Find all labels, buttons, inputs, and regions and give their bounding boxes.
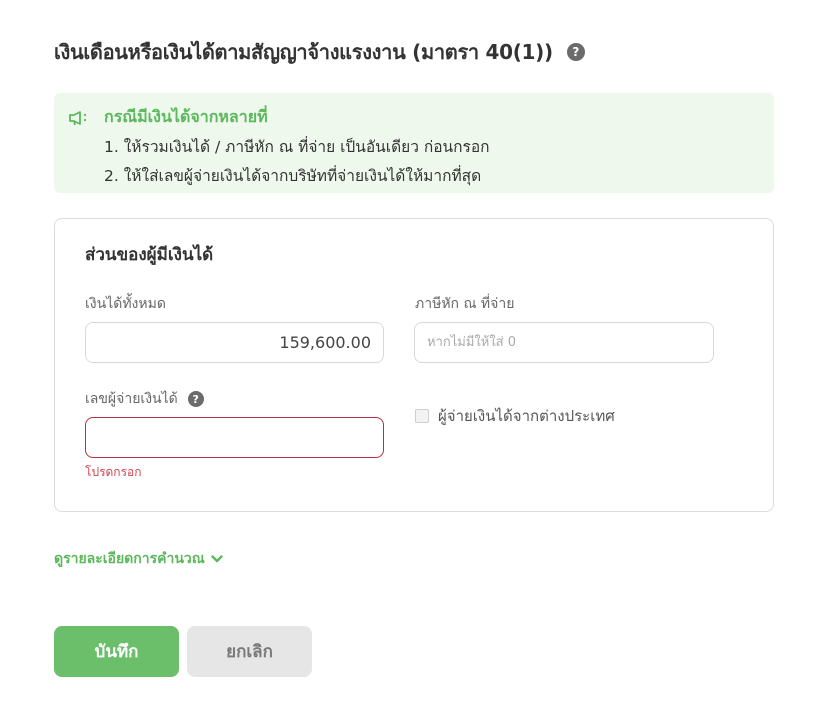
megaphone-icon xyxy=(69,110,87,125)
withholding-tax-label: ภาษีหัก ณ ที่จ่าย xyxy=(415,296,515,312)
foreign-payer-checkbox[interactable] xyxy=(415,409,429,423)
payee-section-card: ส่วนของผู้มีเงินได้ เงินได้ทั้งหมด 159,6… xyxy=(54,218,774,512)
total-income-label: เงินได้ทั้งหมด xyxy=(85,296,166,312)
save-button[interactable]: บันทึก xyxy=(54,626,179,677)
section-title: ส่วนของผู้มีเงินได้ xyxy=(85,245,214,265)
payer-id-label-row: เลขผู้จ่ายเงินได้ ? xyxy=(85,388,204,410)
notice-line: 2. ให้ใส่เลขผู้จ่ายเงินได้จากบริษัทที่จ่… xyxy=(104,167,482,185)
total-income-input[interactable]: 159,600.00 xyxy=(85,322,384,363)
foreign-payer-option[interactable]: ผู้จ่ายเงินได้จากต่างประเทศ xyxy=(415,404,615,428)
calculation-detail-label: ดูรายละเอียดการคำนวณ xyxy=(54,551,205,567)
page-header: เงินเดือนหรือเงินได้ตามสัญญาจ้างแรงงาน (… xyxy=(54,36,585,68)
cancel-button[interactable]: ยกเลิก xyxy=(187,626,312,677)
payer-id-error: โปรดกรอก xyxy=(85,465,142,479)
withholding-tax-input[interactable]: หากไม่มีให้ใส่ 0 xyxy=(414,322,714,363)
notice-line: 1. ให้รวมเงินได้ / ภาษีหัก ณ ที่จ่าย เป็… xyxy=(104,138,490,156)
chevron-down-icon xyxy=(211,555,223,563)
foreign-payer-label: ผู้จ่ายเงินได้จากต่างประเทศ xyxy=(438,407,615,425)
calculation-detail-link[interactable]: ดูรายละเอียดการคำนวณ xyxy=(54,548,223,570)
notice-title: กรณีมีเงินได้จากหลายที่ xyxy=(104,107,268,126)
question-circle-icon[interactable]: ? xyxy=(187,391,204,407)
page-title: เงินเดือนหรือเงินได้ตามสัญญาจ้างแรงงาน (… xyxy=(54,40,553,64)
payer-id-label: เลขผู้จ่ายเงินได้ xyxy=(85,391,178,407)
question-circle-icon[interactable]: ? xyxy=(566,43,585,61)
notice-box: กรณีมีเงินได้จากหลายที่ 1. ให้รวมเงินได้… xyxy=(54,93,774,193)
payer-id-input[interactable] xyxy=(85,417,384,458)
